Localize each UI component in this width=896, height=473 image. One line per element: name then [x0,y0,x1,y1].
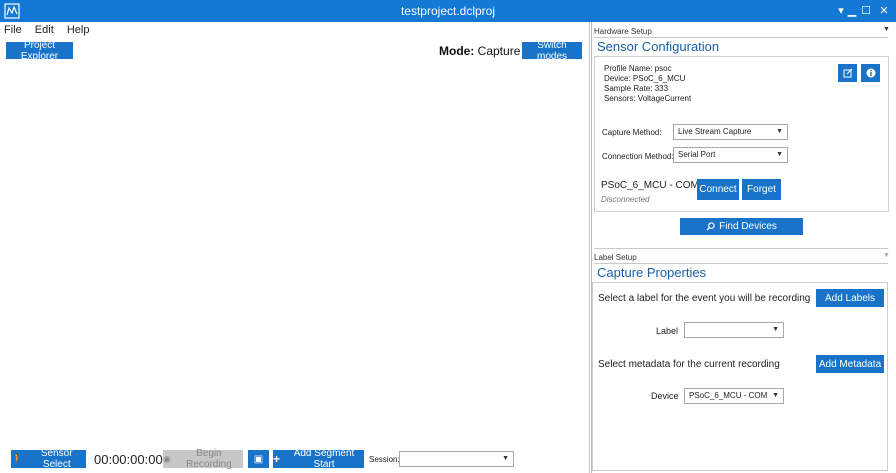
label-setup-header: Label Setup [594,253,637,262]
profile-name: Profile Name: psoc [604,64,672,73]
window-title: testproject.dclproj [400,4,496,18]
add-labels-button[interactable]: Add Labels [816,289,884,307]
divider [594,248,888,249]
device-port: PSoC_6_MCU - COM11 [601,180,710,191]
switch-modes-button[interactable]: Switch modes [522,40,582,62]
search-icon [706,222,715,231]
plus-icon: + [273,452,281,466]
device-select[interactable]: PSoC_6_MCU - COM ▼ [684,388,784,404]
device-select-value: PSoC_6_MCU - COM [689,391,768,400]
connection-method-select[interactable]: Serial Port ▼ [673,147,788,163]
sensor-config-title: Sensor Configuration [597,39,720,54]
session-select[interactable]: ▼ [399,451,514,467]
project-explorer-button[interactable]: Project Explorer [6,40,73,62]
edit-profile-button[interactable] [838,64,857,82]
add-segment-start-label: Add Segment Start [293,448,355,470]
session-label: Session: [369,455,400,464]
chevron-down-icon: ▼ [776,151,783,158]
menu-edit[interactable]: Edit [35,24,54,36]
chevron-down-icon: ▼ [772,326,779,333]
find-devices-label: Find Devices [719,221,777,232]
menu-help[interactable]: Help [67,24,90,36]
mode-value: Capture [477,44,521,58]
collapse-icon[interactable]: ▼ [883,252,890,259]
divider [594,263,888,264]
mode-indicator: Mode: Capture [439,44,520,58]
capture-method-value: Live Stream Capture [678,127,752,136]
label-field-label: Label [656,326,679,336]
sample-rate: Sample Rate: 333 [604,84,669,93]
add-metadata-button[interactable]: Add Metadata [816,355,884,373]
recording-timer: 00:00:00:00 [94,452,163,467]
menu-file[interactable]: File [4,24,22,36]
device-field-label: Device [651,391,679,401]
forget-button[interactable]: Forget [742,179,781,200]
sensor-walk-icon: 🚶 [11,453,24,465]
begin-recording-label: Begin Recording [186,448,232,470]
select-metadata-text: Select metadata for the current recordin… [598,359,780,370]
find-devices-button[interactable]: Find Devices [680,218,803,235]
close-button[interactable]: ✕ [875,2,893,20]
begin-recording-button[interactable]: ◉ Begin Recording [163,448,243,470]
device-name: Device: PSoC_6_MCU [604,74,686,83]
record-icon: ◉ [163,453,171,464]
capture-method-select[interactable]: Live Stream Capture ▼ [673,124,788,140]
info-button[interactable] [861,64,880,82]
connection-method-value: Serial Port [678,150,716,159]
chevron-down-icon: ▼ [776,128,783,135]
sensor-select-label: Sensor Select [40,448,73,470]
collapse-icon[interactable]: ▼ [883,26,890,33]
capture-properties-title: Capture Properties [597,265,707,280]
connection-status: Disconnected [601,195,650,204]
label-select[interactable]: ▼ [684,322,784,338]
menu-bar: File Edit Help [4,24,99,38]
sensors: Sensors: VoltageCurrent [604,94,692,103]
chevron-down-icon: ▼ [770,389,779,403]
title-bar: testproject.dclproj ▾ ▁ ☐ ✕ [0,0,896,22]
select-label-text: Select a label for the event you will be… [598,293,811,304]
connect-button[interactable]: Connect [697,179,739,200]
edit-icon [843,68,852,78]
capture-pane [0,22,590,473]
chevron-down-icon: ▼ [502,455,509,462]
sensor-select-button[interactable]: 🚶 Sensor Select [11,448,86,470]
camera-icon: ▣ [253,453,264,465]
divider [594,37,888,38]
capture-properties-box [592,282,888,471]
camera-button[interactable]: ▣ [248,450,269,468]
info-icon [866,68,875,78]
hardware-setup-header: Hardware Setup [594,27,652,36]
connection-method-label: Connection Method: [602,152,674,161]
mode-label: Mode: [439,44,475,58]
maximize-button[interactable]: ☐ [857,2,875,20]
capture-method-label: Capture Method: [602,128,662,137]
add-segment-start-button[interactable]: + Add Segment Start [273,448,364,470]
